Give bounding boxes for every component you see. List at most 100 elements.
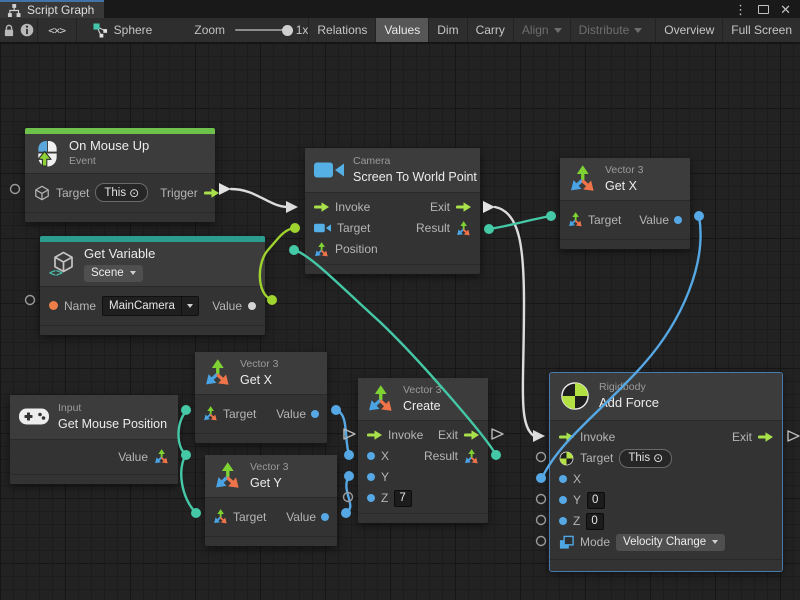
port-camera-result-out[interactable] [484, 224, 494, 234]
port-getx-right-value-out[interactable] [694, 211, 704, 221]
window-menu-icon[interactable]: ⋮ [734, 3, 747, 16]
node-on-mouse-up[interactable]: On Mouse Up Event Target This⊙ Trigger [25, 128, 215, 222]
graph-canvas[interactable]: On Mouse Up Event Target This⊙ Trigger <… [0, 43, 800, 600]
wire-camera-result-to-getx [489, 216, 551, 229]
port-getvariable-name-in[interactable] [26, 296, 35, 305]
vector3-port-icon [154, 449, 169, 464]
port-getvariable-value-out[interactable] [267, 295, 277, 305]
object-picker-icon: ⊙ [653, 452, 663, 464]
z-value-input[interactable]: 7 [394, 490, 412, 507]
variable-scope-dropdown[interactable]: Scene [84, 265, 143, 282]
port-addforce-x-in[interactable] [536, 473, 546, 483]
node-screen-to-world-point[interactable]: Camera Screen To World Point Invoke Exit… [305, 148, 480, 274]
wire-gety-to-create-y [346, 476, 350, 513]
input-icon [19, 407, 49, 426]
port-gety-target-in[interactable] [191, 508, 201, 518]
port-create-invoke-in[interactable] [344, 429, 355, 439]
tab-script-graph[interactable]: Script Graph [0, 0, 104, 18]
target-object-picker[interactable]: This⊙ [619, 449, 672, 468]
vector3-port-icon [464, 449, 479, 464]
wire-mousepos-to-gety [181, 455, 196, 513]
node-title: Create [403, 398, 442, 414]
dropdown-arrow-button[interactable] [181, 297, 198, 315]
float-port-icon [367, 473, 375, 481]
chevron-down-icon [130, 271, 136, 275]
values-button[interactable]: Values [375, 18, 428, 42]
vector3-icon [214, 462, 241, 489]
flow-arrow-icon [464, 430, 479, 440]
mode-dropdown[interactable]: Velocity Change [616, 534, 725, 551]
port-onmouseup-target-in[interactable] [11, 185, 20, 194]
enum-icon [559, 535, 574, 550]
port-addforce-z-in[interactable] [537, 516, 546, 525]
port-addforce-exit-out[interactable] [788, 431, 799, 441]
node-title: Get X [240, 372, 279, 388]
invoke-port-label: Invoke [388, 428, 423, 442]
node-get-y[interactable]: Vector 3 Get Y Target Value [205, 455, 337, 546]
maximize-icon[interactable] [758, 5, 769, 14]
distribute-button[interactable]: Distribute [570, 18, 651, 42]
vector3-port-icon [213, 509, 228, 524]
overview-button[interactable]: Overview [655, 18, 722, 42]
float-port-icon [321, 513, 329, 521]
align-button[interactable]: Align [513, 18, 570, 42]
port-create-exit-out[interactable] [492, 429, 503, 439]
port-addforce-target-in[interactable] [537, 453, 546, 462]
port-create-x-in[interactable] [344, 450, 354, 460]
info-button[interactable] [18, 18, 37, 42]
port-onmouseup-trigger-out[interactable] [219, 183, 231, 195]
float-port-icon [559, 475, 567, 483]
node-add-force[interactable]: Rigidbody Add Force Invoke Exit Target T… [550, 373, 782, 571]
node-get-mouse-position[interactable]: Input Get Mouse Position Value [10, 395, 178, 484]
full-screen-button[interactable]: Full Screen [722, 18, 800, 42]
port-getx-mid-target-in[interactable] [181, 405, 191, 415]
y-value-input[interactable]: 0 [587, 492, 605, 509]
svg-text:<>: <> [49, 265, 63, 277]
port-create-result-out[interactable] [491, 450, 501, 460]
code-view-button[interactable]: <×> [37, 18, 76, 42]
vector3-icon [569, 165, 596, 192]
dim-button[interactable]: Dim [428, 18, 466, 42]
relations-button[interactable]: Relations [308, 18, 375, 42]
carry-button[interactable]: Carry [467, 18, 513, 42]
flow-arrow-icon [367, 430, 382, 440]
chevron-down-icon [712, 540, 718, 544]
gameobject-icon [34, 185, 50, 201]
port-getx-right-target-in[interactable] [546, 211, 556, 221]
z-value-input[interactable]: 0 [586, 513, 604, 530]
mouse-up-icon [34, 140, 60, 167]
port-camera-exit-out[interactable] [483, 201, 495, 213]
port-getx-mid-value-out[interactable] [331, 405, 341, 415]
close-icon[interactable]: ✕ [780, 3, 791, 16]
graph-icon [7, 4, 21, 17]
node-get-x-mid[interactable]: Vector 3 Get X Target Value [195, 352, 327, 443]
value-port-label: Value [118, 450, 148, 464]
trigger-port-label: Trigger [160, 186, 198, 200]
port-camera-position-in[interactable] [289, 245, 299, 255]
port-create-y-in[interactable] [344, 471, 354, 481]
z-port-label: Z [381, 491, 388, 505]
graph-breadcrumb[interactable]: Sphere [93, 23, 153, 38]
target-object-picker[interactable]: This⊙ [95, 183, 148, 202]
port-mousepos-value-out[interactable] [181, 450, 191, 460]
port-addforce-y-in[interactable] [537, 495, 546, 504]
variable-name-dropdown[interactable]: MainCamera [102, 296, 199, 316]
zoom-slider-handle[interactable] [282, 25, 293, 36]
port-create-z-in[interactable] [344, 493, 353, 502]
lock-icon [3, 23, 15, 38]
lock-button[interactable] [0, 18, 18, 42]
node-vector3-create[interactable]: Vector 3 Create Invoke Exit X Result [358, 378, 488, 523]
port-gety-value-out[interactable] [341, 508, 351, 518]
result-port-label: Result [416, 221, 450, 235]
node-get-variable[interactable]: <> Get Variable Scene Name MainCamera Va… [40, 236, 265, 335]
object-port-icon [248, 302, 256, 310]
wire-exit-to-addforce-invoke [495, 207, 534, 436]
zoom-slider[interactable] [235, 29, 290, 31]
node-get-x-right[interactable]: Vector 3 Get X Target Value [560, 158, 690, 249]
port-camera-target-in[interactable] [290, 223, 300, 233]
port-addforce-mode-in[interactable] [537, 537, 546, 546]
tab-title: Script Graph [27, 3, 94, 17]
vector3-icon [367, 385, 394, 412]
wire-arrowhead [286, 201, 298, 213]
node-title: Get Y [250, 475, 289, 491]
